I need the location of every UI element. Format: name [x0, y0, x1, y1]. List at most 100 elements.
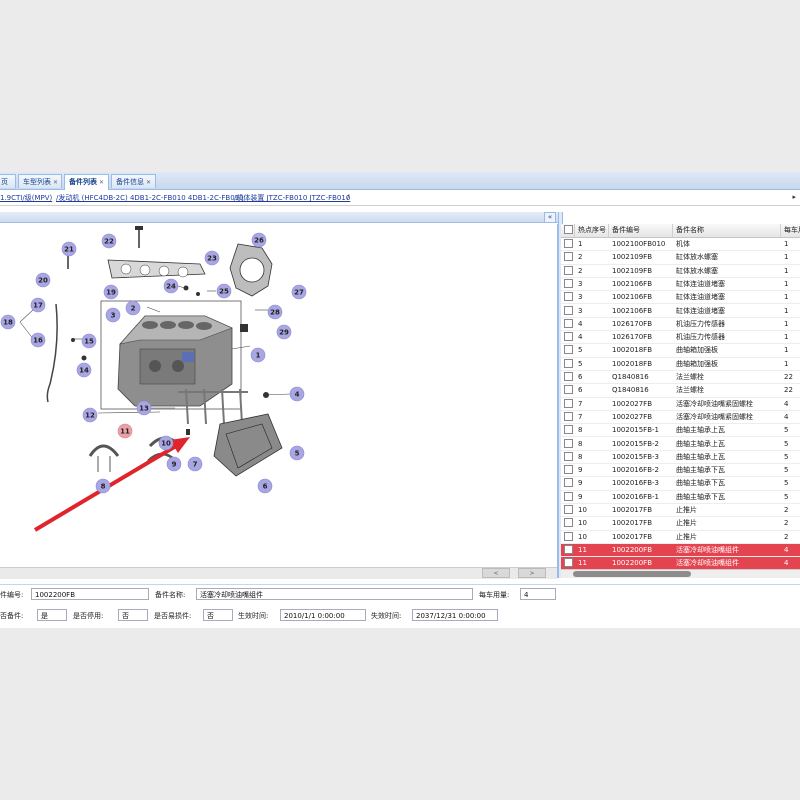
- table-row[interactable]: 8 1002015FB-2 曲轴主轴承上瓦 5: [561, 438, 800, 451]
- row-checkbox[interactable]: [561, 451, 575, 464]
- table-row[interactable]: 9 1002016FB-2 曲轴主轴承下瓦 5: [561, 464, 800, 478]
- table-row[interactable]: 11 1002200FB 活塞冷却喷油嘴组件 4: [561, 543, 800, 558]
- exploded-diagram[interactable]: 1 2 3 4 5 6 7 8 9 10 11 12 13 14 15 16 17 18 19 20 21 22 23 24 2…: [0, 224, 558, 578]
- table-row[interactable]: 6 Q1840816 法兰螺栓 22: [561, 384, 800, 398]
- row-checkbox[interactable]: [561, 305, 575, 318]
- table-row[interactable]: 7 1002027FB 活塞冷却喷油嘴紧固螺栓 4: [561, 398, 800, 411]
- column-header-part-name[interactable]: 备件名称: [673, 224, 781, 237]
- table-row[interactable]: 9 1002016FB-3 曲轴主轴承下瓦 5: [561, 477, 800, 491]
- row-checkbox[interactable]: [561, 331, 575, 344]
- callout-26[interactable]: 26: [251, 232, 267, 248]
- callout-10[interactable]: 10: [158, 435, 174, 451]
- table-row[interactable]: 1 1002100FB010 机体 1: [561, 238, 800, 252]
- callout-3[interactable]: 3: [105, 307, 121, 323]
- callout-25[interactable]: 25: [216, 283, 232, 299]
- collapse-button[interactable]: «: [544, 212, 556, 223]
- row-checkbox[interactable]: [561, 358, 575, 371]
- row-checkbox[interactable]: [561, 265, 575, 278]
- callout-1[interactable]: 1: [250, 347, 266, 363]
- close-icon[interactable]: ✕: [99, 179, 104, 186]
- more-arrow-icon[interactable]: ▸: [792, 193, 796, 201]
- row-checkbox[interactable]: [561, 424, 575, 437]
- callout-13[interactable]: 13: [136, 400, 152, 416]
- callout-23[interactable]: 23: [204, 250, 220, 266]
- table-row[interactable]: 9 1002016FB-1 曲轴主轴承下瓦 5: [561, 491, 800, 504]
- row-checkbox[interactable]: [561, 477, 575, 490]
- row-checkbox[interactable]: [561, 251, 575, 264]
- row-checkbox[interactable]: [561, 504, 575, 517]
- column-header-qty[interactable]: 每车用: [781, 224, 800, 237]
- row-checkbox[interactable]: [561, 464, 575, 477]
- scrollbar-thumb[interactable]: [573, 571, 691, 577]
- part-name-field[interactable]: 活塞冷却喷油嘴组件: [196, 588, 473, 600]
- table-row[interactable]: 8 1002015FB-1 曲轴主轴承上瓦 5: [561, 424, 800, 438]
- callout-9[interactable]: 9: [166, 456, 182, 472]
- callout-27[interactable]: 27: [291, 284, 307, 300]
- scroll-right-button[interactable]: >: [518, 568, 546, 578]
- callout-7[interactable]: 7: [187, 456, 203, 472]
- callout-2[interactable]: 2: [125, 300, 141, 316]
- diagram-horizontal-scrollbar[interactable]: < >: [0, 567, 557, 579]
- row-checkbox[interactable]: [561, 384, 575, 397]
- expiry-time-field[interactable]: 2037/12/31 0:00:00: [412, 609, 498, 621]
- row-checkbox[interactable]: [561, 531, 575, 544]
- table-row[interactable]: 4 1026170FB 机油压力传感器 1: [561, 331, 800, 345]
- table-row[interactable]: 3 1002106FB 缸体连油道堵塞 1: [561, 305, 800, 318]
- table-row[interactable]: 5 1002018FB 曲轴箱加强板 1: [561, 344, 800, 358]
- table-row[interactable]: 2 1002109FB 缸体放水螺塞 1: [561, 265, 800, 278]
- row-checkbox[interactable]: [561, 291, 575, 304]
- callout-4[interactable]: 4: [289, 386, 305, 402]
- table-row[interactable]: 10 1002017FB 止推片 2: [561, 517, 800, 531]
- row-checkbox[interactable]: [561, 238, 575, 251]
- discontinued-field[interactable]: 否: [118, 609, 148, 621]
- breadcrumb-item-vehicle[interactable]: 1.9CTI/级(MPV): [0, 193, 52, 203]
- row-checkbox[interactable]: [561, 438, 575, 451]
- qty-field[interactable]: 4: [520, 588, 556, 600]
- callout-22[interactable]: 22: [101, 233, 117, 249]
- row-checkbox[interactable]: [561, 491, 575, 504]
- row-checkbox[interactable]: [561, 398, 575, 411]
- callout-5[interactable]: 5: [289, 445, 305, 461]
- table-row[interactable]: 5 1002018FB 曲轴箱加强板 1: [561, 358, 800, 371]
- callout-29[interactable]: 29: [276, 324, 292, 340]
- table-row[interactable]: 2 1002109FB 缸体放水螺塞 1: [561, 251, 800, 265]
- table-row[interactable]: 4 1026170FB 机油压力传感器 1: [561, 318, 800, 332]
- row-checkbox[interactable]: [561, 278, 575, 291]
- callout-20[interactable]: 20: [35, 272, 51, 288]
- row-checkbox[interactable]: [561, 371, 575, 384]
- callout-17[interactable]: 17: [30, 297, 46, 313]
- row-checkbox[interactable]: [561, 318, 575, 331]
- column-header-part-code[interactable]: 备件编号: [609, 224, 673, 237]
- callout-11[interactable]: 11: [117, 423, 133, 439]
- table-row[interactable]: 7 1002027FB 活塞冷却喷油嘴紧固螺栓 4: [561, 411, 800, 425]
- column-header-hotspot[interactable]: 热点序号: [575, 224, 609, 237]
- callout-24[interactable]: 24: [163, 278, 179, 294]
- callout-28[interactable]: 28: [267, 304, 283, 320]
- close-icon[interactable]: ✕: [146, 179, 151, 186]
- row-checkbox[interactable]: [561, 517, 575, 530]
- select-all-checkbox[interactable]: [561, 224, 575, 237]
- callout-18[interactable]: 18: [0, 314, 16, 330]
- wear-part-field[interactable]: 否: [203, 609, 233, 621]
- table-row[interactable]: 10 1002017FB 止推片 2: [561, 531, 800, 544]
- close-icon[interactable]: ✕: [53, 179, 58, 186]
- table-horizontal-scrollbar[interactable]: [561, 569, 800, 578]
- callout-14[interactable]: 14: [76, 362, 92, 378]
- row-checkbox[interactable]: [561, 544, 575, 557]
- breadcrumb-item-block[interactable]: /机体装置 JTZC-FB010 JTZC-FB010: [234, 193, 350, 203]
- tab-parts-list[interactable]: 备件列表 ✕: [64, 174, 109, 190]
- table-row[interactable]: 8 1002015FB-3 曲轴主轴承上瓦 5: [561, 451, 800, 465]
- effective-time-field[interactable]: 2010/1/1 0:00:00: [280, 609, 366, 621]
- row-checkbox[interactable]: [561, 344, 575, 357]
- callout-21[interactable]: 21: [61, 241, 77, 257]
- table-row[interactable]: 10 1002017FB 止推片 2: [561, 504, 800, 518]
- callout-6[interactable]: 6: [257, 478, 273, 494]
- scroll-left-button[interactable]: <: [482, 568, 510, 578]
- tab-home[interactable]: 页: [0, 174, 16, 188]
- callout-15[interactable]: 15: [81, 333, 97, 349]
- table-row[interactable]: 6 Q1840816 法兰螺栓 22: [561, 371, 800, 385]
- table-row[interactable]: 3 1002106FB 缸体连油道堵塞 1: [561, 278, 800, 292]
- callout-16[interactable]: 16: [30, 332, 46, 348]
- part-no-field[interactable]: 1002200FB: [31, 588, 149, 600]
- spare-field[interactable]: 是: [37, 609, 67, 621]
